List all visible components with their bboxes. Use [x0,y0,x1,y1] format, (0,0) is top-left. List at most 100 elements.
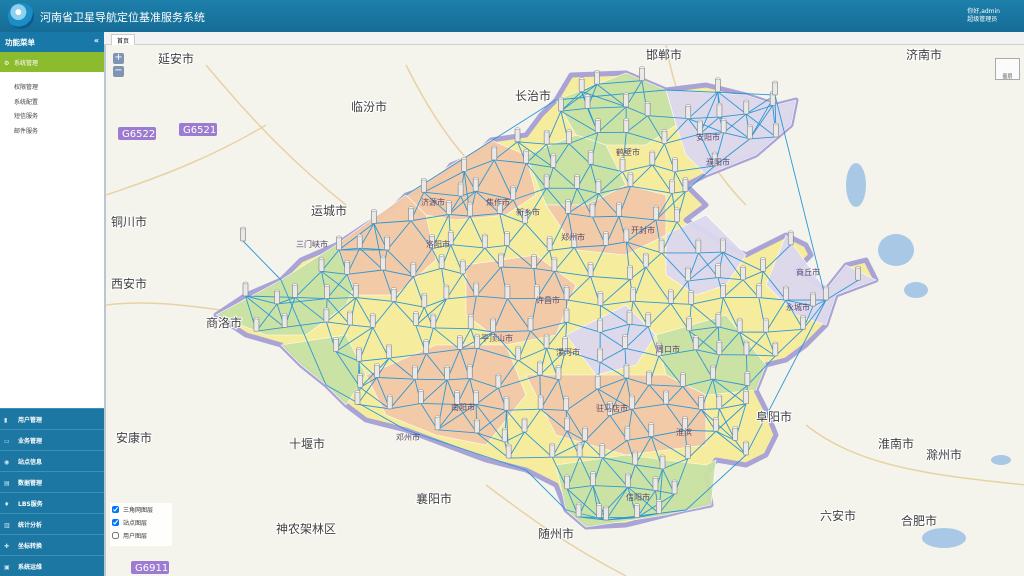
station-marker [390,288,397,302]
station-marker-top [467,201,473,205]
station-marker [527,317,534,332]
station-marker-top [686,316,692,319]
station-marker-top [510,185,516,189]
station-marker-top [720,283,726,286]
station-marker-top [653,205,659,209]
city-label: 济南市 [906,47,942,62]
sidebar-item-label: 系统运维 [18,564,43,571]
station-marker-top [505,443,512,447]
station-marker-top [652,476,659,479]
station-marker [720,284,726,298]
sidebar-item-system-management[interactable]: ⚙ 系统管理 [0,52,104,72]
station-marker-top [558,96,564,100]
station-marker-top [597,317,603,321]
sidebar-item-label: 数据管理 [18,480,43,487]
layer-toggle-stations[interactable]: 站点图层 [112,518,170,531]
station-marker [384,236,391,251]
map-canvas[interactable]: 延安市 邯郸市 济南市临汾市 长治市运城市铜川市西安市商洛市安康市 十堰市襄阳市神农架林… [106,45,1024,576]
station-marker-top [596,503,602,506]
layer-switch-button[interactable]: 图层 [995,58,1020,80]
triangle-edge [414,378,448,381]
city-label: 商洛市 [206,315,242,330]
city-label: 焦作市 [486,197,510,207]
station-marker [576,443,583,458]
bottom-menu: ▮ 用户管理 ▭ 业务管理 ◉ 站点信息 ▤ 数据管理 ♦ LBS服务 ▥ 统计分析 ✚ 坐标… [0,408,104,576]
user-greeting[interactable]: 你好,admin [967,8,1000,16]
station-marker-top [627,264,633,268]
sidebar-item-coordinates[interactable]: ✚ 坐标转换 [0,534,104,555]
city-label: 随州市 [538,526,574,541]
station-marker-top [563,285,570,289]
station-marker [634,504,640,518]
station-marker-top [616,201,622,205]
layer-checkbox[interactable] [112,506,119,513]
station-marker [595,180,602,194]
station-marker [550,154,557,168]
layer-toggle-triangle[interactable]: 三角网图层 [112,505,170,518]
station-marker [716,341,723,355]
map-view[interactable]: 延安市 邯郸市 济南市 临汾市 长治市 运城市 铜川市 西安市 商洛市 安康市 十堰市 襄阳市 神农架林… [104,45,1024,576]
station-marker-top [682,177,689,180]
station-marker-top [590,471,596,474]
city-label: 长治市 [515,88,551,103]
station-marker-top [772,80,778,84]
station-marker [501,428,508,443]
station-marker-top [698,395,704,398]
station-marker [642,253,649,268]
sidebar-item-business[interactable]: ▭ 业务管理 [0,429,104,450]
station-marker [715,264,721,278]
station-marker [684,445,691,459]
collapse-icon[interactable]: « [94,36,99,45]
submenu-sms-service[interactable]: 短信服务 [14,111,104,126]
city-label: 西安市 [111,276,147,291]
station-marker [457,182,464,197]
layer-toggle-users[interactable]: 用户图层 [112,531,170,544]
sidebar-item-lbs[interactable]: ♦ LBS服务 [0,492,104,513]
sidebar-item-data[interactable]: ▤ 数据管理 [0,471,104,492]
station-marker [623,228,630,243]
station-marker-top [454,390,460,393]
station-marker-top [661,129,668,132]
station-marker-top [632,450,638,454]
top-header: 河南省卫星导航定位基准服务系统 你好,admin 超级管理员 [0,0,1024,32]
submenu-system-config[interactable]: 系统配置 [14,97,104,112]
layer-checkbox[interactable] [112,532,119,539]
station-marker [578,78,585,92]
station-marker-top [584,94,591,97]
station-marker [356,347,362,362]
station-marker [430,314,437,329]
station-marker [658,239,665,254]
city-label: 神农架林区 [276,522,336,536]
station-marker [743,341,750,356]
station-marker-top [716,102,723,106]
sidebar-item-operations[interactable]: ▣ 系统运维 [0,555,104,576]
station-marker-top [537,360,543,364]
submenu-mail-service[interactable]: 邮件服务 [14,126,104,141]
sidebar-item-users[interactable]: ▮ 用户管理 [0,408,104,429]
station-marker-top [566,129,572,132]
station-marker [467,315,474,330]
station-marker [459,260,466,275]
sidebar-item-stations[interactable]: ◉ 站点信息 [0,450,104,471]
station-marker [564,475,570,490]
station-marker-top [423,339,429,342]
user-info[interactable]: 你好,admin 超级管理员 [967,8,1000,24]
station-marker [408,207,414,222]
sidebar-item-statistics[interactable]: ▥ 统计分析 [0,513,104,534]
station-marker [575,503,582,518]
tab-home[interactable]: 首页 [111,34,136,45]
station-marker-top [503,396,510,399]
station-marker [623,93,630,108]
zoom-out-button[interactable]: − [113,66,124,77]
station-marker [645,313,652,327]
station-marker-top [324,284,330,287]
station-marker-top [564,474,570,478]
station-marker [584,94,591,109]
layer-checkbox[interactable] [112,519,119,526]
sidebar-item-label: 业务管理 [18,438,43,445]
zoom-in-button[interactable]: + [113,53,124,64]
station-marker-top [386,394,393,398]
station-marker [495,374,502,389]
submenu-permission[interactable]: 权限管理 [14,82,104,97]
station-marker-top [715,77,721,81]
